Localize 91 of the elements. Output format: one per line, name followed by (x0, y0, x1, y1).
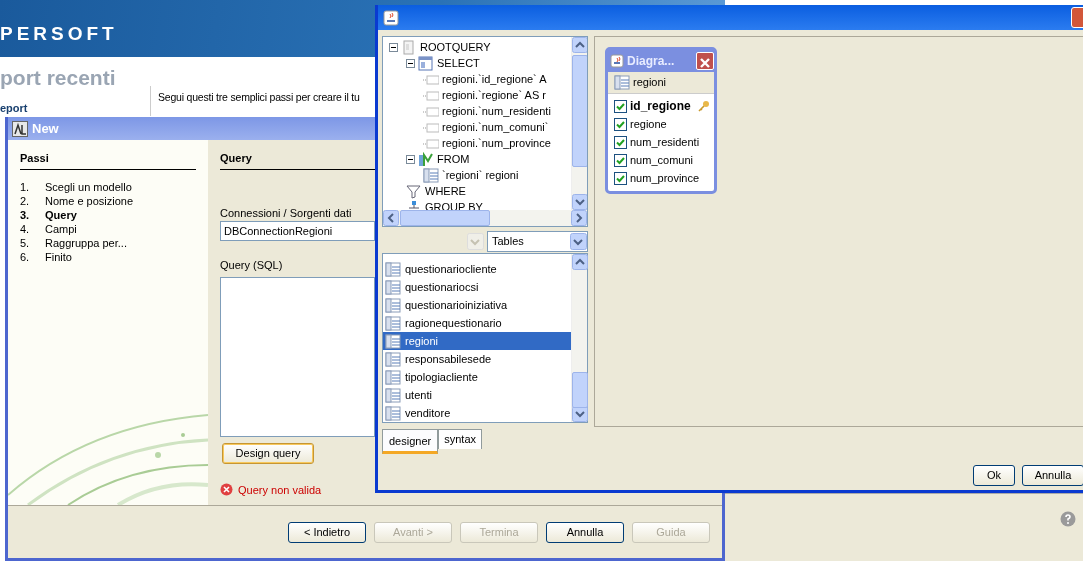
connection-field[interactable]: DBConnectionRegioni (220, 221, 375, 241)
table-header: regioni (608, 72, 714, 94)
scrollbar-thumb[interactable] (572, 372, 588, 408)
join-icon (418, 151, 434, 167)
tree-node[interactable]: GROUP BY (406, 199, 571, 210)
table-icon (385, 261, 401, 277)
checkbox[interactable] (614, 99, 627, 113)
wizard-step: 3. Query (20, 207, 198, 222)
table-icon (614, 75, 630, 90)
collapse-icon[interactable] (406, 154, 415, 164)
table-icon (423, 167, 439, 183)
hierarchy-icon (406, 199, 422, 210)
tree-node[interactable]: regioni.`num_comuni` (423, 119, 571, 135)
tab[interactable]: syntax (438, 429, 482, 449)
help-icon (1060, 511, 1076, 527)
query-label: Query (SQL) (220, 258, 284, 273)
design-query-button[interactable]: Design query (222, 442, 314, 464)
brand-logo-text: PERSOFT (0, 22, 118, 46)
tree-node[interactable]: regioni.`id_regione` A (423, 71, 571, 87)
wizard-step: 2. Nome e posizione (20, 193, 198, 208)
table-icon (385, 279, 401, 295)
table-icon (385, 369, 401, 385)
tree-node[interactable]: ROOTQUERY (389, 39, 571, 55)
tree-node[interactable]: regioni.`num_residenti (423, 103, 571, 119)
diagram-title-bar: Diagra... (608, 50, 714, 72)
table-list-item[interactable]: regioni (383, 332, 571, 350)
column-name: num_comuni (630, 152, 693, 168)
dialog-button[interactable]: Annulla (1022, 465, 1083, 486)
wizard-button[interactable]: < Indietro (288, 521, 366, 543)
tree-node[interactable]: regioni.`num_province (423, 135, 571, 151)
table-list-item[interactable]: venditore (383, 404, 571, 422)
scroll-up-button[interactable] (572, 37, 587, 53)
dialog-button[interactable]: Ok (973, 465, 1015, 486)
error-icon (220, 483, 233, 497)
query-icon (401, 39, 417, 55)
window-title: New (32, 119, 59, 138)
scrollbar-thumb[interactable] (572, 55, 587, 167)
table-list-item[interactable]: responsabilesede (383, 350, 571, 368)
table-icon (385, 333, 401, 349)
report-link[interactable]: eport (0, 99, 28, 116)
tab[interactable]: designer (382, 429, 439, 454)
table-icon (385, 297, 401, 313)
checkbox[interactable] (614, 135, 627, 149)
table-list-item[interactable]: utenti (383, 386, 571, 404)
intro-text: Segui questi tre semplici passi per creare il tu (158, 90, 360, 105)
scrollbar[interactable] (571, 254, 587, 422)
select-icon (418, 55, 434, 71)
column-name: num_residenti (630, 134, 700, 150)
tree-node[interactable]: regioni.`regione` AS r (423, 87, 571, 103)
table-list-item[interactable]: tipologiacliente (383, 368, 571, 386)
scrollbar[interactable] (571, 37, 587, 210)
java-cup-icon (610, 54, 624, 68)
java-cup-icon (383, 9, 399, 26)
wizard-step: 4. Campi (20, 221, 198, 236)
column-name: regione (630, 116, 667, 132)
close-button[interactable] (696, 52, 714, 70)
wizard-button[interactable]: Annulla (546, 521, 624, 543)
table-icon (385, 351, 401, 367)
tree-node[interactable]: `regioni` regioni (423, 167, 571, 183)
collapse-icon[interactable] (406, 58, 415, 68)
scrollbar-thumb[interactable] (400, 210, 490, 226)
tree-node[interactable]: SELECT (406, 55, 571, 71)
table-list-item[interactable]: ragionequestionario (383, 314, 571, 332)
table-list-item[interactable]: questionariocsi (383, 278, 571, 296)
wizard-step: 1. Scegli un modello (20, 179, 198, 194)
checkbox[interactable] (614, 171, 627, 185)
tree-node[interactable]: WHERE (406, 183, 571, 199)
collapse-icon[interactable] (389, 42, 398, 52)
filter-icon (406, 183, 422, 199)
scroll-right-button[interactable] (571, 210, 587, 226)
connection-label: Connessioni / Sorgenti dati (220, 205, 353, 221)
wizard-step: 6. Finito (20, 249, 198, 264)
page-heading: port recenti (0, 65, 116, 91)
column-name: id_regione (630, 98, 691, 115)
scroll-down-button[interactable] (572, 194, 587, 210)
scroll-up-button[interactable] (572, 254, 588, 270)
table-list-item[interactable]: questionariocliente (383, 260, 571, 278)
checkbox[interactable] (614, 117, 627, 131)
error-message: Query non valida (238, 482, 322, 498)
wizard-app-icon (12, 120, 28, 137)
table-list-item[interactable]: questionarioiniziativa (383, 296, 571, 314)
column-name: num_province (630, 170, 700, 186)
scrollbar[interactable] (383, 210, 587, 226)
checkbox[interactable] (614, 153, 627, 167)
scroll-left-button[interactable] (383, 210, 399, 226)
steps-heading: Passi (20, 150, 196, 170)
wizard-step: 5. Raggruppa per... (20, 235, 198, 250)
object-type-dropdown[interactable]: Tables (487, 231, 588, 252)
table-icon (385, 315, 401, 331)
table-icon (385, 387, 401, 403)
query-text-area[interactable] (220, 276, 375, 437)
